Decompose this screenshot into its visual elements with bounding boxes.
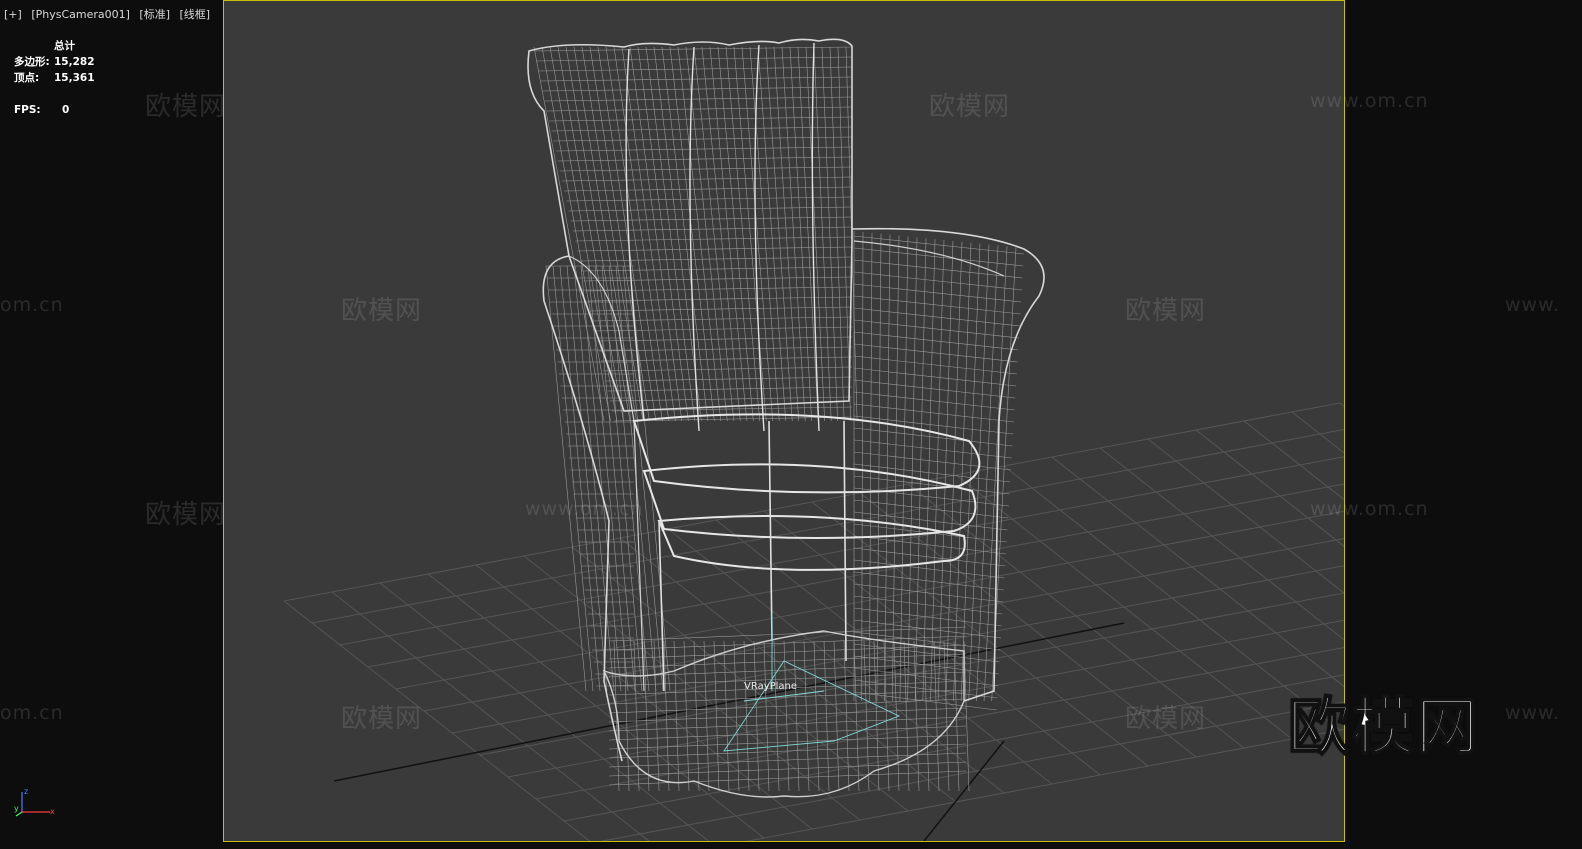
scene-statistics: 总计 多边形: 15,282 顶点: 15,361 FPS: 0	[14, 38, 95, 118]
watermark-cn: 欧模网	[929, 92, 1011, 122]
watermark-cn: 欧模网	[1125, 296, 1207, 326]
brand-logo: 欧模网	[1287, 689, 1481, 764]
watermark-url-partial: om.cn	[0, 702, 64, 724]
watermark-cn: 欧模网	[145, 500, 227, 530]
stats-polygons-row: 多边形: 15,282	[14, 54, 95, 70]
stats-fps-label: FPS:	[14, 104, 41, 116]
stats-fps-value: 0	[62, 104, 70, 116]
watermark-cn: 欧模网	[341, 704, 423, 734]
stats-polygons-value: 15,282	[54, 56, 95, 68]
watermark-url: www.om.cn	[525, 498, 644, 520]
watermark-cn: 欧模网	[1125, 704, 1207, 734]
watermark-cn: 欧模网	[145, 92, 227, 122]
stats-vertices-row: 顶点: 15,361	[14, 70, 95, 86]
axis-tripod-icon: z x y	[14, 787, 55, 817]
stats-total-label: 总计	[54, 40, 75, 52]
watermark-url: www.om.cn	[1310, 90, 1429, 112]
watermark-url-left: www.	[1505, 294, 1560, 316]
grid-axis-line-2	[923, 740, 1005, 841]
viewport-plus-menu[interactable]: [+]	[4, 8, 22, 21]
ground-grid	[283, 402, 1344, 841]
viewport-display-mode-menu[interactable]: [线框]	[180, 8, 211, 21]
vrayplane-label: VRayPlane	[744, 681, 797, 692]
axis-x-label: x	[50, 807, 55, 816]
grid-axis-line	[333, 622, 1125, 782]
viewport-shading-menu[interactable]: [标准]	[139, 8, 170, 21]
watermark-cn: 欧模网	[341, 296, 423, 326]
axis-y-label: y	[14, 804, 19, 813]
stats-polygons-label: 多边形:	[14, 56, 50, 68]
stats-fps-row: FPS: 0	[14, 102, 95, 118]
axis-z-label: z	[24, 787, 28, 796]
viewport-camera-menu[interactable]: [PhysCamera001]	[31, 8, 130, 21]
watermark-url-partial: om.cn	[0, 294, 64, 316]
stats-vertices-label: 顶点:	[14, 72, 40, 84]
stats-vertices-value: 15,361	[54, 72, 95, 84]
viewport-menu: [+] [PhysCamera001] [标准] [线框]	[4, 6, 216, 22]
watermark-url-left: www.	[1505, 702, 1560, 724]
watermark-url: www.om.cn	[1310, 498, 1429, 520]
